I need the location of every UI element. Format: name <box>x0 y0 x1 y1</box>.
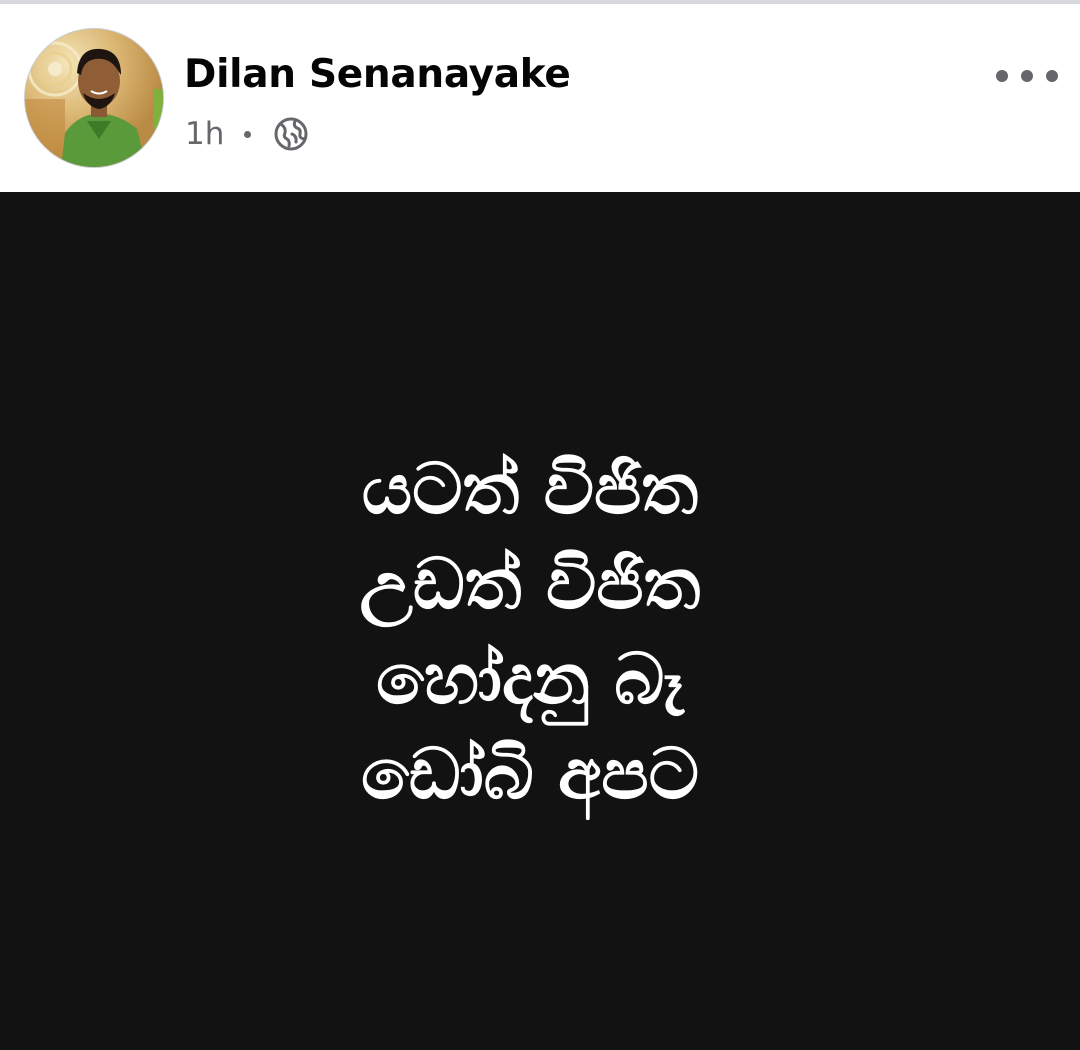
post-text-line: උඩත් විජිත <box>359 543 701 625</box>
post-text-line: හෝදනු බෑ <box>376 638 684 720</box>
post-timestamp[interactable]: 1h <box>185 116 224 152</box>
author-avatar[interactable] <box>24 28 164 168</box>
post-meta: 1h <box>185 112 309 156</box>
post-text-line: ඩෝබි අපට <box>361 733 699 815</box>
separator-dot <box>244 130 252 138</box>
post-text-line: යටත් විජිත <box>361 448 699 530</box>
globe-icon[interactable] <box>273 116 309 152</box>
author-name[interactable]: Dilan Senanayake <box>184 52 571 97</box>
more-options-button[interactable] <box>996 58 1058 94</box>
more-options-icon-dot <box>1021 70 1033 82</box>
avatar-photo <box>25 29 163 167</box>
text-post-background: යටත් විජිත උඩත් විජිත හෝදනු බෑ ඩෝබි අපට <box>0 192 1080 1050</box>
post-header: Dilan Senanayake 1h <box>0 4 1080 192</box>
more-options-icon <box>996 70 1008 82</box>
post-text-block: යටත් විජිත උඩත් විජිත හෝදනු බෑ ඩෝබි අපට <box>0 442 1060 822</box>
more-options-icon-dot <box>1046 70 1058 82</box>
